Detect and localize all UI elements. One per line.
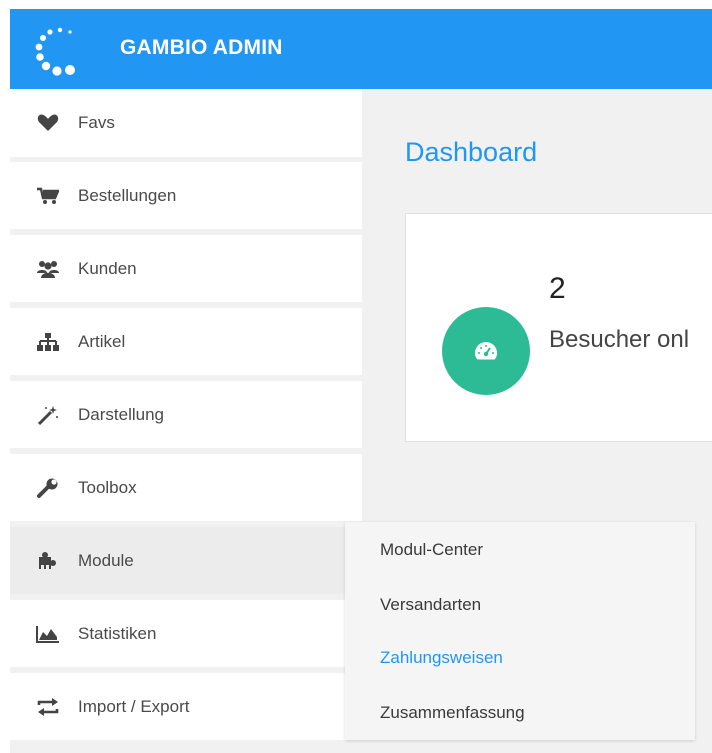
sidebar-item-label: Statistiken — [78, 623, 157, 643]
sidebar-item-statistiken[interactable]: Statistiken — [10, 600, 362, 670]
sidebar-item-darstellung[interactable]: Darstellung — [10, 381, 362, 451]
heart-icon — [36, 113, 60, 133]
sidebar-item-favs[interactable]: Favs — [10, 89, 362, 160]
sidebar-item-kunden[interactable]: Kunden — [10, 235, 362, 305]
sidebar-item-label: Import / Export — [78, 696, 190, 716]
sidebar-item-label: Favs — [78, 113, 115, 132]
submenu-item-modul-center[interactable]: Modul-Center — [380, 540, 483, 560]
magic-wand-icon — [36, 405, 60, 425]
sidebar-item-label: Artikel — [78, 331, 126, 351]
sidebar-item-module[interactable]: Module — [10, 527, 362, 597]
visitors-widget: 2 Besucher onl — [405, 213, 712, 442]
top-bar: GAMBIO ADMIN — [10, 9, 712, 89]
page-title: Dashboard — [405, 137, 538, 167]
wrench-icon — [36, 478, 60, 498]
submenu-item-zusammenfassung[interactable]: Zusammenfassung — [380, 703, 525, 723]
gambio-logo-icon[interactable] — [32, 23, 88, 79]
sidebar-item-label: Toolbox — [78, 477, 137, 497]
sidebar-item-label: Kunden — [78, 258, 137, 278]
visitors-count: 2 — [549, 272, 566, 305]
sidebar: Favs Bestellungen Kunden Artikel Darstel… — [10, 89, 362, 753]
module-submenu: Modul-Center Versandarten Zahlungsweisen… — [345, 522, 695, 740]
sidebar-item-import-export[interactable]: Import / Export — [10, 673, 362, 743]
sidebar-item-label: Bestellungen — [78, 185, 177, 205]
sidebar-item-label: Module — [78, 550, 134, 570]
visitors-badge — [442, 307, 530, 395]
sidebar-item-bestellungen[interactable]: Bestellungen — [10, 162, 362, 232]
exchange-icon — [36, 697, 60, 717]
users-icon — [36, 259, 60, 279]
area-chart-icon — [36, 624, 60, 644]
sidebar-item-artikel[interactable]: Artikel — [10, 308, 362, 378]
visitors-label: Besucher onl — [549, 326, 690, 353]
sidebar-item-toolbox[interactable]: Toolbox — [10, 454, 362, 524]
submenu-item-zahlungsweisen[interactable]: Zahlungsweisen — [380, 648, 503, 668]
puzzle-icon — [36, 551, 60, 571]
cart-icon — [36, 186, 60, 206]
sitemap-icon — [36, 332, 60, 352]
brand-title[interactable]: GAMBIO ADMIN — [120, 36, 283, 60]
sidebar-item-label: Darstellung — [78, 404, 164, 424]
dashboard-gauge-icon — [475, 342, 497, 360]
submenu-item-versandarten[interactable]: Versandarten — [380, 595, 481, 615]
